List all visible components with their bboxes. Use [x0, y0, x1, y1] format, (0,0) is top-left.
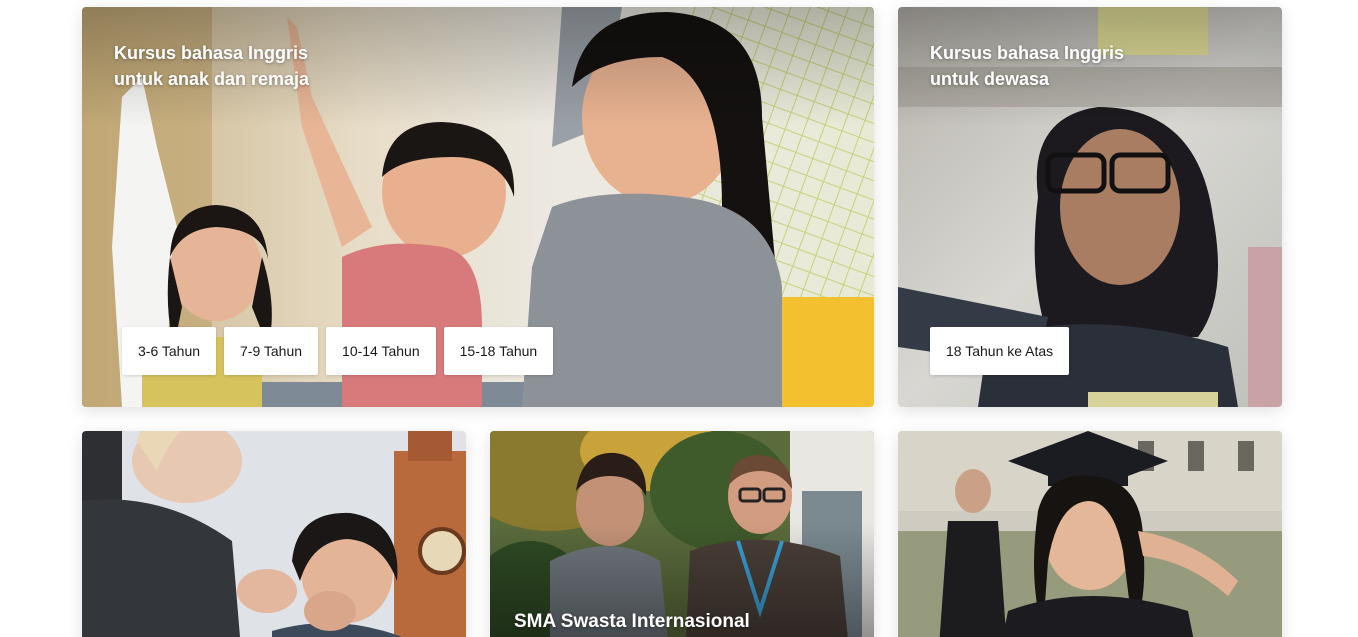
- age-option-18-plus[interactable]: 18 Tahun ke Atas: [930, 327, 1070, 375]
- kids-courses-card[interactable]: Kursus bahasa Inggris untuk anak dan rem…: [82, 7, 874, 407]
- students-in-london-photo: [82, 431, 466, 637]
- high-school-card[interactable]: SMA Swasta Internasional: [490, 431, 874, 637]
- travel-courses-card[interactable]: [82, 431, 466, 637]
- adult-courses-title: Kursus bahasa Inggris untuk dewasa: [930, 43, 1125, 89]
- kids-age-options: 3-6 Tahun 7-9 Tahun 10-14 Tahun 15-18 Ta…: [122, 327, 554, 375]
- adult-courses-card[interactable]: Kursus bahasa Inggris untuk dewasa 18 Ta…: [898, 7, 1282, 407]
- age-option-3-6[interactable]: 3-6 Tahun: [122, 327, 217, 375]
- age-option-15-18[interactable]: 15-18 Tahun: [443, 327, 554, 375]
- age-option-7-9[interactable]: 7-9 Tahun: [224, 327, 319, 375]
- adult-age-options: 18 Tahun ke Atas: [930, 327, 1070, 375]
- course-grid: Kursus bahasa Inggris untuk anak dan rem…: [0, 0, 1358, 637]
- age-option-10-14[interactable]: 10-14 Tahun: [326, 327, 436, 375]
- students-talking-photo: [490, 431, 874, 637]
- kids-courses-title: Kursus bahasa Inggris untuk anak dan rem…: [114, 43, 310, 89]
- university-card[interactable]: [898, 431, 1282, 637]
- high-school-title: SMA Swasta Internasional: [514, 611, 750, 632]
- graduate-photo: [898, 431, 1282, 637]
